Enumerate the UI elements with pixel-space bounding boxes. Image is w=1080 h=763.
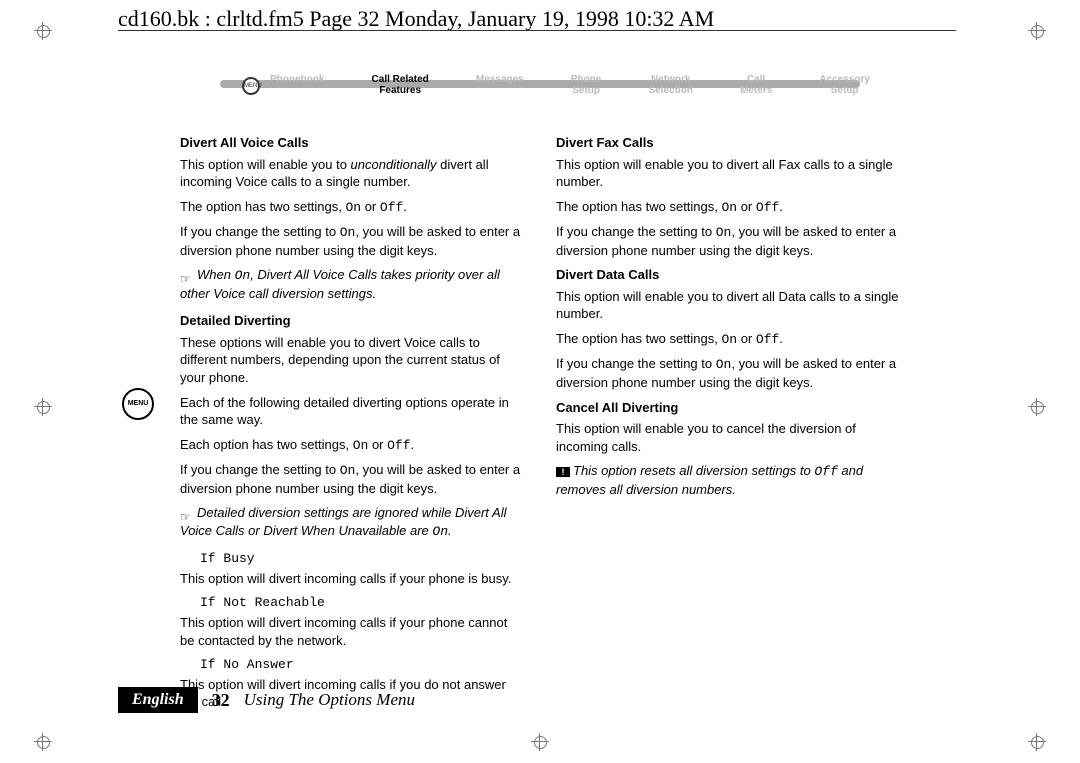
- warning-icon: [556, 467, 570, 477]
- suboption-if-no-answer: If No Answer: [200, 656, 524, 674]
- note: When On, Divert All Voice Calls takes pr…: [180, 266, 524, 302]
- nav-item: Phone Setup: [571, 74, 602, 96]
- body-text: This option will enable you to unconditi…: [180, 156, 524, 191]
- cropmark-mr: [1028, 398, 1046, 416]
- body-text: This option will enable you to cancel th…: [556, 420, 900, 455]
- page-number: 32: [212, 688, 230, 712]
- menu-icon: MENU: [242, 77, 260, 95]
- cropmark-bl: [34, 733, 52, 751]
- language-badge: English: [118, 687, 198, 713]
- nav-item: Call Meters: [740, 74, 772, 96]
- note-warning: This option resets all diversion setting…: [556, 462, 900, 498]
- header-rule: [118, 30, 956, 31]
- note-icon: [180, 509, 194, 519]
- suboption-if-busy: If Busy: [200, 550, 524, 568]
- note-icon: [180, 271, 194, 281]
- page-footer: English 32 Using The Options Menu: [118, 687, 415, 713]
- heading-detailed-diverting: Detailed Diverting: [180, 312, 524, 330]
- cropmark-ml: [34, 398, 52, 416]
- body-text: If you change the setting to On, you wil…: [556, 355, 900, 391]
- heading-divert-all-voice: Divert All Voice Calls: [180, 134, 524, 152]
- nav-item: Phonebook: [270, 74, 324, 96]
- heading-cancel-all: Cancel All Diverting: [556, 399, 900, 417]
- body-text: These options will enable you to divert …: [180, 334, 524, 387]
- left-column: Divert All Voice Calls This option will …: [180, 134, 524, 718]
- cropmark-tl: [34, 22, 52, 40]
- body-text: The option has two settings, On or Off.: [180, 198, 524, 217]
- cropmark-bm: [531, 733, 549, 751]
- menu-breadcrumb: MENU Phonebook Call Related Features Messa…: [180, 74, 900, 104]
- body-text: This option will divert incoming calls i…: [180, 614, 524, 649]
- cropmark-tr: [1028, 22, 1046, 40]
- body-text: The option has two settings, On or Off.: [556, 330, 900, 349]
- body-text: This option will enable you to divert al…: [556, 288, 900, 323]
- body-text: If you change the setting to On, you wil…: [556, 223, 900, 259]
- body-text: Each of the following detailed diverting…: [180, 394, 524, 429]
- body-text: This option will divert incoming calls i…: [180, 570, 524, 588]
- body-text: This option will enable you to divert al…: [556, 156, 900, 191]
- body-text: The option has two settings, On or Off.: [556, 198, 900, 217]
- nav-item: Network Selection: [648, 74, 692, 96]
- nav-item: Accessory Setup: [819, 74, 870, 96]
- cropmark-br: [1028, 733, 1046, 751]
- right-column: Divert Fax Calls This option will enable…: [556, 134, 900, 718]
- body-text: If you change the setting to On, you wil…: [180, 461, 524, 497]
- nav-item: Messages: [476, 74, 524, 96]
- note: Detailed diversion settings are ignored …: [180, 504, 524, 540]
- suboption-if-not-reachable: If Not Reachable: [200, 594, 524, 612]
- menu-side-icon: MENU: [122, 388, 154, 420]
- nav-item: Call Related Features: [372, 74, 429, 96]
- body-text: Each option has two settings, On or Off.: [180, 436, 524, 455]
- heading-divert-data: Divert Data Calls: [556, 266, 900, 284]
- body-text: If you change the setting to On, you wil…: [180, 223, 524, 259]
- section-title: Using The Options Menu: [244, 689, 415, 712]
- heading-divert-fax: Divert Fax Calls: [556, 134, 900, 152]
